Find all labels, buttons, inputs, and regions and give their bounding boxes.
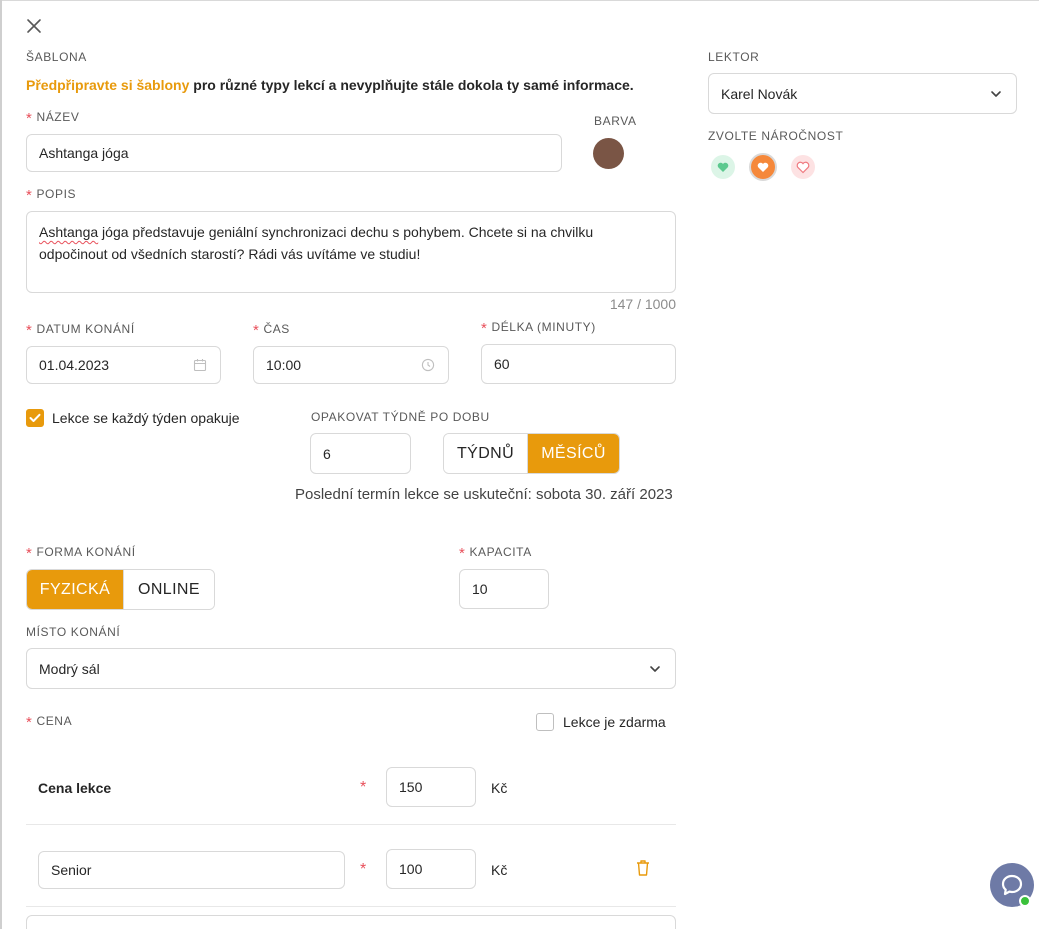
required-icon: * [360,779,367,796]
date-label: * DATUM KONÁNÍ [26,322,135,339]
unit-weeks-button[interactable]: TÝDNŮ [444,434,528,473]
free-lesson-checkbox[interactable] [536,713,554,731]
duration-label: * DÉLKA (MINUTY) [481,320,596,337]
template-hint: Předpřipravte si šablony pro různé typy … [26,77,634,93]
chat-bubble-icon [1001,874,1023,896]
form-physical-button[interactable]: FYZICKÁ [27,570,123,609]
clock-icon[interactable] [408,358,448,372]
repeat-period-input[interactable]: 6 [310,433,411,474]
difficulty-hard-heart-icon[interactable] [791,155,815,179]
left-border [0,0,2,929]
required-icon: * [360,861,367,878]
duration-input[interactable]: 60 [481,344,676,384]
calendar-icon[interactable] [180,358,220,372]
price-label: * CENA [26,714,73,731]
repeat-checkbox[interactable] [26,409,44,427]
repeat-unit-toggle: TÝDNŮ MĚSÍCŮ [443,433,620,474]
price-row-value-input[interactable]: 150 [386,767,476,807]
required-icon: * [26,545,33,562]
repeat-checkbox-label[interactable]: Lekce se každý týden opakuje [52,410,240,426]
price-row-name: Cena lekce [38,780,112,796]
required-icon: * [253,322,260,339]
lecturer-select[interactable]: Karel Novák [708,73,1017,114]
name-label: * NÁZEV [26,110,80,127]
difficulty-medium-heart-icon[interactable] [749,153,777,181]
check-icon [29,413,41,422]
template-hint-text: pro různé typy lekcí a nevyplňujte stále… [189,77,634,93]
required-icon: * [481,320,488,337]
misspelled-word: Ashtanga [39,224,99,240]
chevron-down-icon [976,87,1016,101]
required-icon: * [26,110,33,127]
capacity-input[interactable]: 10 [459,569,549,609]
price-row-name-input[interactable]: Senior [38,851,345,889]
date-input[interactable]: 01.04.2023 [26,346,221,384]
form-online-button[interactable]: ONLINE [122,570,214,609]
capacity-label: * KAPACITA [459,545,532,562]
repeat-period-label: OPAKOVAT TÝDNĚ PO DOBU [311,410,490,424]
description-textarea[interactable]: Ashtanga jóga představuje geniální synch… [26,211,676,293]
required-icon: * [26,322,33,339]
difficulty-easy-heart-icon[interactable] [711,155,735,179]
color-picker[interactable] [593,138,624,169]
time-input[interactable]: 10:00 [253,346,449,384]
online-status-dot [1019,895,1031,907]
template-link[interactable]: Předpřipravte si šablony [26,77,189,93]
description-text: jóga představuje geniální synchronizaci … [39,224,594,262]
character-counter: 147 / 1000 [609,296,676,312]
required-icon: * [26,714,33,731]
difficulty-label: ZVOLTE NÁROČNOST [708,129,844,143]
price-add-row-input[interactable] [26,915,676,929]
description-label: * POPIS [26,187,77,204]
color-label: BARVA [594,114,637,128]
time-label: * ČAS [253,322,290,339]
price-row-value-input[interactable]: 100 [386,849,476,889]
top-border [0,0,1039,1]
unit-months-button[interactable]: MĚSÍCŮ [527,434,619,473]
price-row-currency: Kč [491,862,508,878]
required-icon: * [26,187,33,204]
price-row-currency: Kč [491,780,508,796]
location-label: MÍSTO KONÁNÍ [26,625,121,639]
price-divider [26,824,676,825]
chevron-down-icon [635,662,675,676]
template-label: ŠABLONA [26,50,87,64]
lecturer-label: LEKTOR [708,50,760,64]
last-date-text: Poslední termín lekce se uskuteční: sobo… [295,486,673,503]
form-label: * FORMA KONÁNÍ [26,545,136,562]
location-select[interactable]: Modrý sál [26,648,676,689]
required-icon: * [459,545,466,562]
form-toggle: FYZICKÁ ONLINE [26,569,215,610]
close-icon[interactable] [24,16,44,36]
price-divider [26,906,676,907]
trash-icon[interactable] [635,859,651,882]
free-lesson-label[interactable]: Lekce je zdarma [563,714,666,730]
name-input[interactable]: Ashtanga jóga [26,134,562,172]
